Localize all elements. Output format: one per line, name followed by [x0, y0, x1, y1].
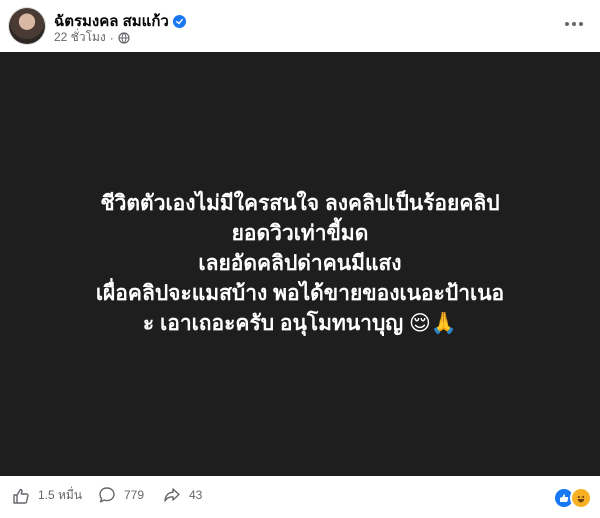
image-text-line: ชีวิตตัวเองไม่มีใครสนใจ ลงคลิปเป็นร้อยคล… — [100, 192, 500, 215]
image-text-line: ยอดวิวเท่าขี้มด — [231, 222, 369, 245]
verified-badge-icon — [172, 14, 186, 28]
post-image[interactable]: ชีวิตตัวเองไม่มีใครสนใจ ลงคลิปเป็นร้อยคล… — [0, 52, 600, 476]
thumbs-up-icon — [13, 488, 29, 504]
globe-icon[interactable] — [118, 31, 130, 44]
share-icon — [164, 488, 180, 502]
author-avatar[interactable] — [9, 8, 45, 44]
comment-button[interactable]: 779 — [98, 486, 144, 504]
laughing-reaction-icon — [570, 487, 592, 509]
post-footer: 1.5 หมื่น 779 43 — [0, 476, 600, 518]
post-header: ฉัตรมงคล สมแก้ว 22 ชั่วโมง · — [0, 0, 600, 52]
image-text-line: เผื่อคลิปจะแมสบ้าง พอได้ขายของเนอะป้าเนอ — [95, 282, 505, 305]
reaction-summary[interactable] — [553, 487, 592, 509]
post-meta: 22 ชั่วโมง · — [54, 28, 130, 47]
more-horizontal-icon[interactable] — [562, 12, 586, 36]
comment-icon — [99, 487, 115, 503]
image-text-line: เลยอัดคลิปด่าคนมีแสง — [198, 252, 402, 275]
image-text-line: ะ เอาเถอะครับ อนุโมทนาบุญ 😌🙏 — [142, 312, 458, 335]
like-button[interactable]: 1.5 หมื่น — [12, 486, 82, 505]
image-text: ชีวิตตัวเองไม่มีใครสนใจ ลงคลิปเป็นร้อยคล… — [80, 189, 520, 339]
post-time[interactable]: 22 ชั่วโมง — [54, 28, 106, 47]
like-count: 1.5 หมื่น — [38, 488, 83, 502]
comment-count: 779 — [124, 488, 145, 502]
share-count: 43 — [189, 488, 203, 502]
share-button[interactable]: 43 — [163, 486, 202, 504]
meta-separator: · — [109, 30, 114, 45]
